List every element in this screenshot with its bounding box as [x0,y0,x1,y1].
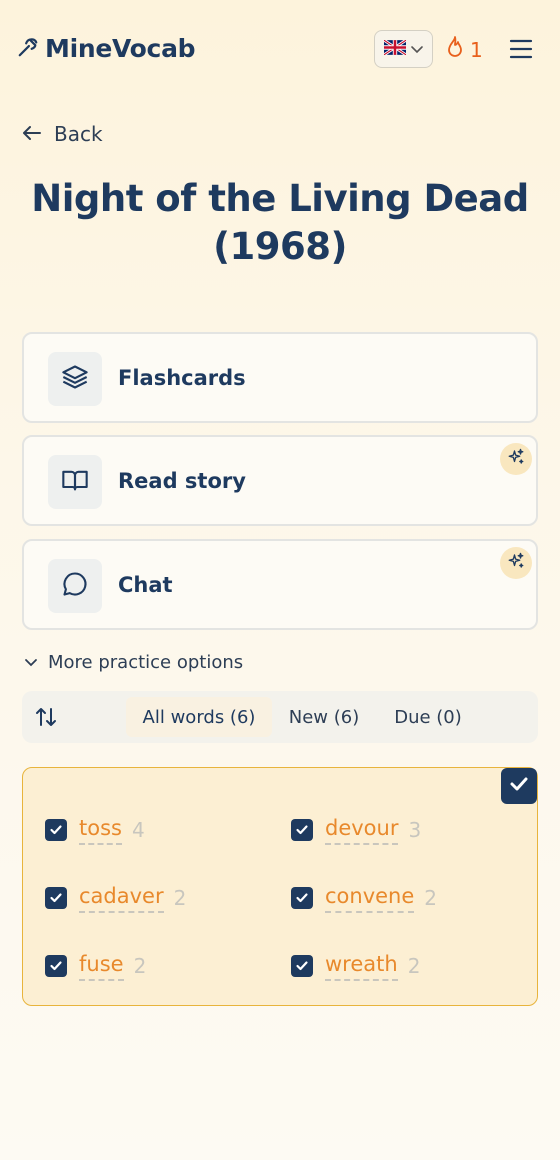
pickaxe-icon [17,36,39,62]
arrow-left-icon [22,122,42,146]
word-count: 2 [133,954,147,978]
streak-counter[interactable]: 1 [446,36,483,63]
word-checkbox[interactable] [45,887,67,909]
more-practice-options-toggle[interactable]: More practice options [24,652,243,673]
chat-card[interactable]: Chat [22,539,538,630]
word-count: 3 [408,818,422,842]
word-item[interactable]: wreath 2 [291,951,420,981]
sparkles-icon [507,552,525,574]
word-checkbox[interactable] [291,819,313,841]
sort-icon[interactable] [34,705,58,733]
tab-all-words[interactable]: All words (6) [126,697,272,737]
uk-flag-icon [382,38,407,59]
hamburger-icon [509,39,533,64]
word-item[interactable]: fuse 2 [45,951,146,981]
streak-count: 1 [470,37,483,62]
ai-badge [500,443,532,475]
word-text[interactable]: devour [325,815,399,845]
ai-badge [500,547,532,579]
flame-icon [446,36,464,63]
app-header: MineVocab 1 [0,0,560,100]
language-selector[interactable] [374,30,433,68]
word-item[interactable]: toss 4 [45,815,145,845]
word-checkbox[interactable] [291,955,313,977]
card-label: Read story [118,469,246,493]
checkmark-icon [508,773,530,799]
chevron-down-icon [24,652,38,673]
back-label: Back [54,122,103,146]
word-item[interactable]: cadaver 2 [45,883,186,913]
page-title: Night of the Living Dead (1968) [31,177,529,268]
tab-due[interactable]: Due (0) [382,697,474,737]
card-icon-box [48,352,102,406]
book-open-icon [61,466,89,498]
flashcards-card[interactable]: Flashcards [22,332,538,423]
word-text[interactable]: toss [79,815,122,845]
card-label: Flashcards [118,366,246,390]
word-count: 2 [173,886,187,910]
chevron-down-icon [410,40,424,59]
sparkles-icon [507,448,525,470]
select-all-checkbox[interactable] [501,768,537,804]
layers-icon [61,363,89,395]
chat-bubble-icon [61,570,89,602]
more-practice-options-label: More practice options [48,652,244,673]
word-text[interactable]: cadaver [79,883,164,913]
word-item[interactable]: convene 2 [291,883,437,913]
menu-button[interactable] [509,38,533,60]
word-count: 2 [407,954,421,978]
card-icon-box [48,559,102,613]
word-filter-bar: All words (6) New (6) Due (0) [22,691,538,743]
read-story-card[interactable]: Read story [22,435,538,526]
word-text[interactable]: fuse [79,951,124,981]
word-count: 2 [424,886,438,910]
word-text[interactable]: wreath [325,951,398,981]
tab-new[interactable]: New (6) [278,697,370,737]
logo[interactable]: MineVocab [17,34,196,63]
word-text[interactable]: convene [325,883,415,913]
card-icon-box [48,455,102,509]
app-name: MineVocab [45,34,196,63]
word-checkbox[interactable] [45,819,67,841]
word-item[interactable]: devour 3 [291,815,421,845]
word-count: 4 [131,818,145,842]
word-checkbox[interactable] [291,887,313,909]
card-label: Chat [118,573,173,597]
word-checkbox[interactable] [45,955,67,977]
back-link[interactable]: Back [22,122,103,146]
